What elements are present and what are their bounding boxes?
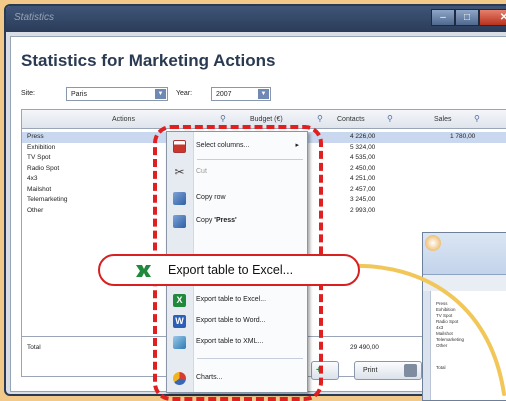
- cell-action: TV Spot: [27, 154, 51, 161]
- cell-action: Press: [27, 133, 44, 140]
- cell-action: Other: [27, 206, 44, 214]
- cell-contacts: 4 535,00: [350, 154, 376, 161]
- search-icon[interactable]: ⚲: [317, 114, 323, 123]
- cell-action: Mailshot: [27, 185, 52, 193]
- cell-contacts: 3 245,00: [350, 196, 376, 203]
- site-select-value: Paris: [71, 91, 87, 98]
- cell-sales: 1 780,00: [450, 133, 476, 140]
- window-controls: – □ ✕: [431, 9, 506, 26]
- site-select[interactable]: Paris ▼: [66, 87, 168, 101]
- year-select-value: 2007: [216, 91, 232, 98]
- search-icon[interactable]: ⚲: [220, 114, 226, 123]
- title-bar[interactable]: Statistics – □ ✕: [6, 6, 506, 32]
- filter-bar: Site: Paris ▼ Year: 2007 ▼: [21, 87, 321, 103]
- callout-label: Export table to Excel...: [168, 263, 294, 277]
- cell-action: 4x3: [27, 175, 38, 182]
- cell-action: Telemarketing: [27, 196, 68, 203]
- column-header-sales[interactable]: Sales: [434, 116, 452, 123]
- cell-action: Exhibition: [27, 143, 56, 151]
- export-excel-callout[interactable]: Export table to Excel...: [98, 254, 360, 286]
- cell-contacts: 2 450,00: [350, 164, 376, 172]
- pointer-arrow: [350, 263, 506, 396]
- site-label: Site:: [21, 90, 36, 97]
- search-icon[interactable]: ⚲: [387, 114, 393, 123]
- column-header-contacts[interactable]: Contacts: [337, 116, 365, 123]
- cell-contacts: 4 226,00: [350, 133, 376, 140]
- search-icon[interactable]: ⚲: [474, 114, 480, 123]
- maximize-button[interactable]: □: [455, 9, 479, 26]
- cell-action: Radio Spot: [27, 164, 60, 172]
- year-select[interactable]: 2007 ▼: [211, 87, 271, 101]
- cell-contacts: 5 324,00: [350, 143, 376, 151]
- total-label: Total: [27, 344, 41, 351]
- column-header-actions[interactable]: Actions: [112, 116, 135, 123]
- excel-icon: [136, 265, 151, 277]
- page-title: Statistics for Marketing Actions: [21, 51, 276, 70]
- window-title: Statistics: [14, 12, 55, 23]
- cell-contacts: 2 457,00: [350, 185, 376, 193]
- cell-contacts: 2 993,00: [350, 206, 376, 214]
- year-label: Year:: [176, 90, 193, 97]
- chevron-down-icon[interactable]: ▼: [258, 89, 269, 99]
- close-button[interactable]: ✕: [479, 9, 506, 26]
- column-header-budget[interactable]: Budget (€): [250, 116, 283, 123]
- cell-contacts: 4 251,00: [350, 175, 376, 182]
- office-button-icon: [425, 235, 441, 251]
- minimize-button[interactable]: –: [431, 9, 455, 26]
- chevron-down-icon[interactable]: ▼: [155, 89, 166, 99]
